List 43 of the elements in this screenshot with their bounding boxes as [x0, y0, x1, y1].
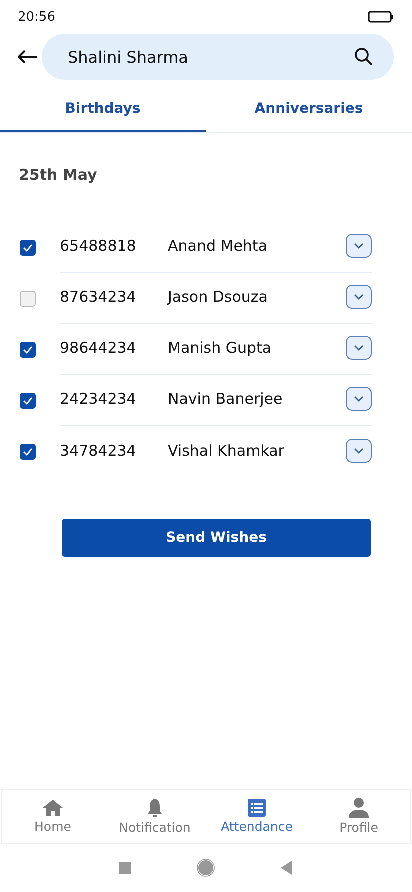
employee-id: 98644234 — [60, 339, 138, 357]
search-field[interactable]: Shalini Sharma — [42, 34, 394, 80]
status-time: 20:56 — [18, 10, 56, 24]
expand-chevron-icon[interactable] — [346, 387, 372, 411]
employee-id: 24234234 — [60, 390, 138, 408]
nav-item[interactable]: Notification — [104, 790, 206, 843]
checkbox[interactable] — [20, 392, 36, 408]
date-heading: 25th May — [19, 166, 98, 184]
expand-chevron-icon[interactable] — [346, 285, 372, 309]
expand-chevron-icon[interactable] — [346, 336, 372, 360]
person-icon — [348, 798, 370, 818]
checkbox[interactable] — [20, 290, 36, 306]
back-arrow-icon[interactable] — [18, 50, 38, 64]
tab[interactable]: Anniversaries — [206, 88, 412, 132]
employee-id: 34784234 — [60, 442, 138, 460]
send-wishes-button[interactable]: Send Wishes — [62, 519, 371, 557]
check-icon — [23, 396, 33, 404]
check-icon — [23, 244, 33, 252]
employee-id: 65488818 — [60, 237, 138, 255]
back-triangle-icon[interactable] — [281, 861, 293, 875]
list-icon — [248, 799, 266, 817]
expand-chevron-icon[interactable] — [346, 438, 372, 462]
employee-name: Jason Dsouza — [168, 288, 269, 306]
check-icon — [23, 346, 33, 354]
home-icon — [42, 799, 64, 817]
check-icon — [23, 448, 33, 456]
employee-name: Manish Gupta — [168, 339, 273, 357]
battery-icon — [368, 11, 394, 23]
checkbox[interactable] — [20, 240, 36, 256]
search-icon[interactable] — [354, 47, 374, 67]
bell-icon — [146, 798, 164, 818]
nav-item[interactable]: Home — [2, 790, 104, 843]
employee-name: Anand Mehta — [168, 237, 269, 255]
tab[interactable]: Birthdays — [0, 88, 206, 132]
nav-item[interactable]: Profile — [308, 790, 410, 843]
expand-chevron-icon[interactable] — [346, 234, 372, 258]
employee-name: Vishal Khamkar — [168, 442, 286, 460]
employee-id: 87634234 — [60, 288, 138, 306]
employee-name: Navin Banerjee — [168, 390, 284, 408]
nav-item[interactable]: Attendance — [206, 790, 308, 843]
checkbox[interactable] — [20, 444, 36, 460]
checkbox[interactable] — [20, 342, 36, 358]
home-circle-icon[interactable] — [197, 859, 215, 877]
